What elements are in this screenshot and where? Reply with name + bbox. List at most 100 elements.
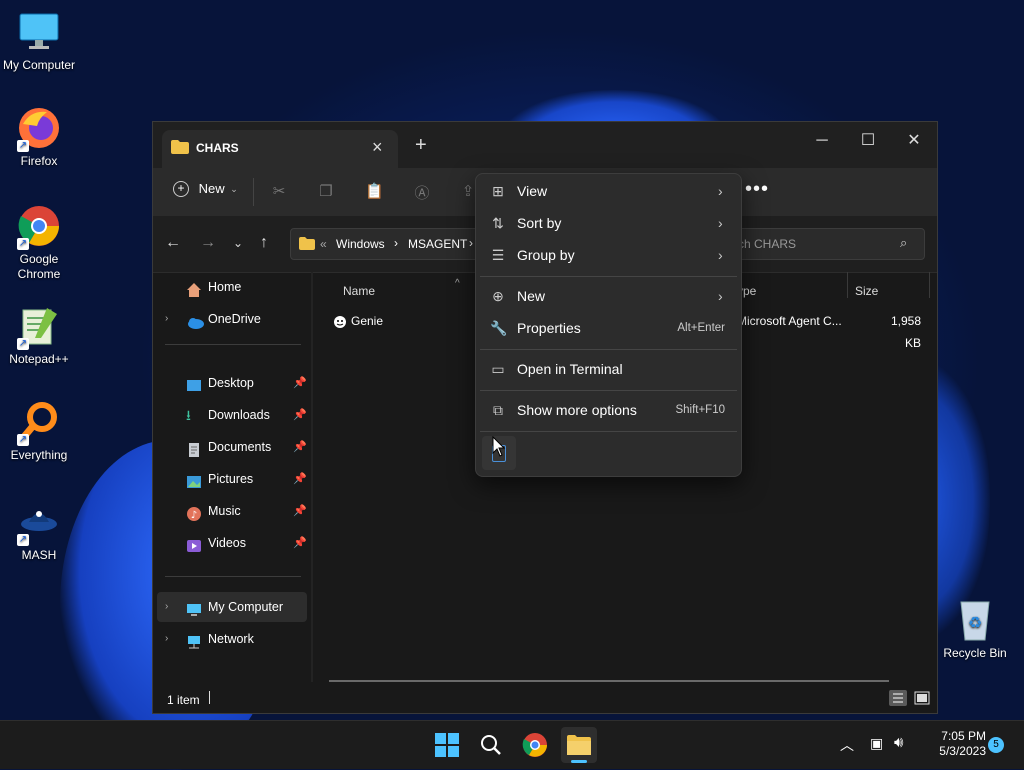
system-clock[interactable]: 7:05 PM 5/3/2023 bbox=[920, 729, 986, 759]
nav-divider bbox=[165, 344, 301, 345]
pin-icon[interactable]: 📌 bbox=[293, 464, 307, 494]
terminal-icon: ▭ bbox=[491, 361, 505, 377]
videos-icon bbox=[186, 535, 202, 552]
nav-item-desktop[interactable]: Desktop 📌 bbox=[157, 368, 307, 398]
nav-item-network[interactable]: › Network bbox=[157, 624, 307, 654]
forward-arrow-icon[interactable]: → bbox=[200, 234, 216, 252]
clock-time: 7:05 PM bbox=[941, 729, 986, 743]
desktop-icon-my-computer[interactable]: My Computer bbox=[0, 10, 78, 73]
menu-item-shortcut: Alt+Enter bbox=[677, 322, 725, 334]
back-arrow-icon[interactable]: ← bbox=[165, 234, 181, 252]
more-options-icon[interactable]: ••• bbox=[745, 178, 769, 201]
shortcut-arrow-icon: ↗ bbox=[17, 534, 29, 546]
nav-item-my-computer[interactable]: › My Computer bbox=[157, 592, 307, 622]
menu-item-label: Properties bbox=[517, 320, 581, 336]
menu-item-properties[interactable]: 🔧 Properties Alt+Enter bbox=[480, 313, 737, 343]
nav-label: Downloads bbox=[208, 408, 270, 422]
desktop-icon-label: Recycle Bin bbox=[943, 646, 1007, 660]
up-arrow-icon[interactable]: ↑ bbox=[260, 234, 268, 252]
chevron-right-icon[interactable]: › bbox=[165, 304, 168, 334]
volume-icon[interactable]: 🔊︎ bbox=[894, 734, 903, 751]
notepadpp-icon: ↗ bbox=[17, 304, 61, 350]
nav-label: Pictures bbox=[208, 472, 254, 486]
pin-icon[interactable]: 📌 bbox=[293, 432, 307, 462]
folder-icon bbox=[567, 735, 591, 755]
breadcrumb-msagent[interactable]: MSAGENT bbox=[408, 237, 467, 251]
rename-icon[interactable]: Ⓐ bbox=[413, 182, 431, 202]
search-box[interactable]: rch CHARS ⌕ bbox=[723, 228, 925, 260]
taskbar-file-explorer[interactable] bbox=[561, 727, 597, 763]
desktop-icon-everything[interactable]: ↗ Everything bbox=[0, 400, 78, 463]
wrench-icon: 🔧 bbox=[490, 320, 508, 336]
new-button[interactable]: + New ⌄ bbox=[173, 180, 238, 197]
column-header-name[interactable]: Name bbox=[343, 276, 375, 306]
menu-item-group-by[interactable]: ☰ Group by › bbox=[480, 240, 737, 270]
show-hidden-icons-icon[interactable]: ︿ bbox=[840, 735, 854, 755]
tab-chars[interactable]: CHARS × bbox=[162, 130, 398, 168]
nav-label: My Computer bbox=[208, 600, 284, 614]
menu-separator bbox=[480, 390, 737, 391]
desktop-icon-firefox[interactable]: ↗ Firefox bbox=[0, 106, 78, 169]
column-header-size[interactable]: Size bbox=[855, 276, 878, 306]
nav-item-pictures[interactable]: Pictures 📌 bbox=[157, 464, 307, 494]
menu-item-label: Show more options bbox=[517, 402, 637, 418]
menu-separator bbox=[480, 276, 737, 277]
desktop-icon-recycle-bin[interactable]: ♻ Recycle Bin bbox=[936, 598, 1014, 661]
copy-icon[interactable]: ❐ bbox=[317, 182, 335, 200]
desktop-icon-notepadpp[interactable]: ↗ Notepad++ bbox=[0, 304, 78, 367]
menu-item-new[interactable]: ⊕ New › bbox=[480, 281, 737, 311]
cloud-icon bbox=[186, 311, 204, 329]
pin-icon[interactable]: 📌 bbox=[293, 400, 307, 430]
pin-icon[interactable]: 📌 bbox=[293, 368, 307, 398]
desktop-icon-mash[interactable]: ↗ MASH bbox=[0, 500, 78, 563]
tiles-view-icon[interactable] bbox=[913, 690, 931, 706]
notification-badge[interactable]: 5 bbox=[988, 737, 1004, 753]
chevron-right-icon[interactable]: › bbox=[165, 592, 168, 622]
svg-text:♻: ♻ bbox=[968, 613, 982, 632]
nav-label: Documents bbox=[208, 440, 272, 454]
nav-item-documents[interactable]: Documents 📌 bbox=[157, 432, 307, 462]
shortcut-arrow-icon: ↗ bbox=[17, 140, 29, 152]
column-separator[interactable] bbox=[929, 272, 930, 298]
desktop-icon-chrome[interactable]: ↗ Google Chrome bbox=[0, 204, 78, 282]
menu-item-sort-by[interactable]: ⇅ Sort by › bbox=[480, 208, 737, 238]
details-view-icon[interactable] bbox=[889, 690, 907, 706]
new-tab-button[interactable]: + bbox=[415, 134, 427, 157]
pin-icon[interactable]: 📌 bbox=[293, 528, 307, 558]
desktop-icon-label: MASH bbox=[21, 548, 57, 562]
breadcrumb-windows[interactable]: Windows bbox=[336, 237, 385, 251]
network-status-icon[interactable]: ▣ bbox=[870, 735, 883, 752]
breadcrumb-overflow[interactable]: « bbox=[320, 237, 327, 251]
search-icon bbox=[481, 735, 501, 755]
nav-item-onedrive[interactable]: › OneDrive bbox=[157, 304, 307, 334]
nav-item-videos[interactable]: Videos 📌 bbox=[157, 528, 307, 558]
minimize-button[interactable]: ─ bbox=[799, 126, 845, 156]
maximize-button[interactable]: ☐ bbox=[845, 126, 891, 156]
close-tab-icon[interactable]: × bbox=[372, 137, 383, 158]
chevron-right-icon[interactable]: › bbox=[165, 624, 168, 654]
start-button[interactable] bbox=[433, 731, 461, 759]
menu-separator bbox=[480, 349, 737, 350]
desktop-icon-label: Everything bbox=[10, 448, 68, 462]
menu-item-show-more-options[interactable]: ⧉ Show more options Shift+F10 bbox=[480, 395, 737, 425]
menu-item-label: View bbox=[517, 183, 548, 199]
close-window-button[interactable]: ✕ bbox=[891, 126, 937, 156]
search-button[interactable] bbox=[477, 731, 505, 759]
pin-icon[interactable]: 📌 bbox=[293, 496, 307, 526]
paste-icon[interactable]: 📋 bbox=[365, 182, 384, 200]
windows-logo-icon bbox=[435, 733, 459, 757]
desktop-icon-label: My Computer bbox=[2, 58, 76, 72]
sort-icon: ⇅ bbox=[492, 215, 504, 231]
recent-locations-icon[interactable]: ⌄ bbox=[233, 236, 243, 250]
search-icon: ⌕ bbox=[900, 235, 908, 250]
cut-icon[interactable]: ✂ bbox=[270, 182, 288, 200]
menu-item-open-in-terminal[interactable]: ▭ Open in Terminal bbox=[480, 354, 737, 384]
shortcut-arrow-icon: ↗ bbox=[17, 434, 29, 446]
nav-item-music[interactable]: ♪ Music 📌 bbox=[157, 496, 307, 526]
column-separator[interactable] bbox=[847, 272, 848, 298]
nav-item-home[interactable]: Home bbox=[157, 272, 307, 302]
nav-item-downloads[interactable]: ⭳ Downloads 📌 bbox=[157, 400, 307, 430]
menu-item-view[interactable]: ⊞ View › bbox=[480, 176, 737, 206]
taskbar-chrome[interactable] bbox=[521, 731, 549, 759]
mash-icon: ↗ bbox=[17, 500, 61, 546]
